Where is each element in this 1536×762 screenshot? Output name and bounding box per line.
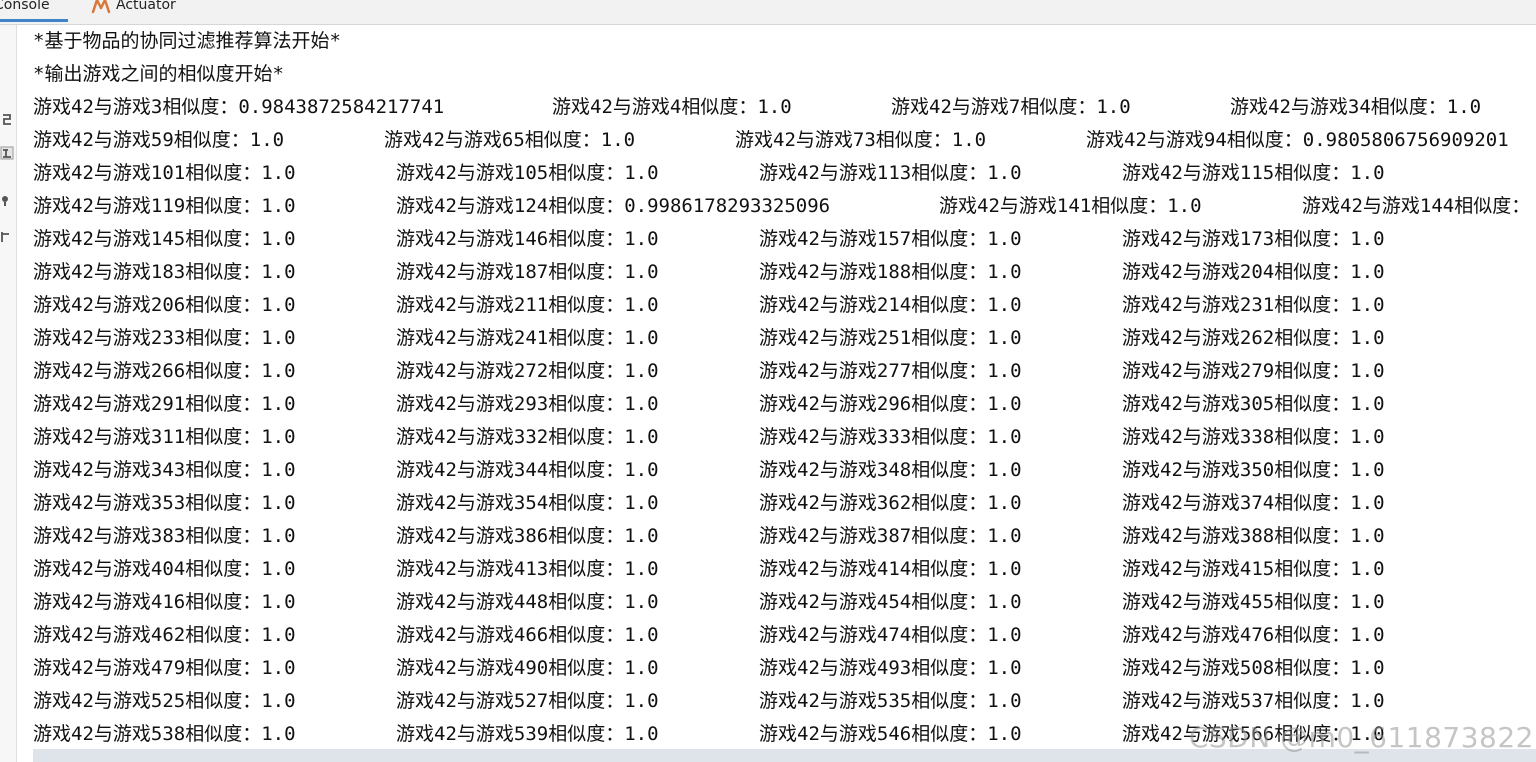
similarity-entry: 游戏42与游戏386相似度：1.0: [396, 525, 659, 547]
tab-console[interactable]: Console: [0, 0, 68, 22]
similarity-entry: 游戏42与游戏343相似度：1.0: [33, 459, 296, 481]
similarity-entry: 游戏42与游戏241相似度：1.0: [396, 327, 659, 349]
console-toolbar: [0, 25, 17, 762]
similarity-entry: 游戏42与游戏490相似度：1.0: [396, 657, 659, 679]
similarity-entry: 游戏42与游戏119相似度：1.0: [33, 195, 296, 217]
similarity-entry: 游戏42与游戏124相似度：0.9986178293325096: [396, 195, 831, 217]
similarity-entry: 游戏42与游戏508相似度：1.0: [1122, 657, 1385, 679]
similarity-entry: 游戏42与游戏353相似度：1.0: [33, 492, 296, 514]
similarity-entry: 游戏42与游戏404相似度：1.0: [33, 558, 296, 580]
similarity-entry: 游戏42与游戏348相似度：1.0: [759, 459, 1022, 481]
similarity-entry: 游戏42与游戏350相似度：1.0: [1122, 459, 1385, 481]
similarity-entry: 游戏42与游戏383相似度：1.0: [33, 525, 296, 547]
tab-actuator-label: Actuator: [116, 0, 176, 13]
similarity-entry: 游戏42与游戏414相似度：1.0: [759, 558, 1022, 580]
similarity-entry: 游戏42与游戏59相似度：1.0: [33, 129, 285, 151]
similarity-entry: 游戏42与游戏455相似度：1.0: [1122, 591, 1385, 613]
similarity-entry: 游戏42与游戏94相似度：0.9805806756909201: [1086, 129, 1509, 151]
similarity-entry: 游戏42与游戏157相似度：1.0: [759, 228, 1022, 250]
similarity-entry: 游戏42与游戏538相似度：1.0: [33, 723, 296, 745]
similarity-entry: 游戏42与游戏374相似度：1.0: [1122, 492, 1385, 514]
similarity-entry: 游戏42与游戏173相似度：1.0: [1122, 228, 1385, 250]
similarity-entry: 游戏42与游戏277相似度：1.0: [759, 360, 1022, 382]
similarity-entry: 游戏42与游戏416相似度：1.0: [33, 591, 296, 613]
tab-console-label: Console: [0, 0, 50, 13]
similarity-entry: 游戏42与游戏476相似度：1.0: [1122, 624, 1385, 646]
similarity-entry: 游戏42与游戏65相似度：1.0: [384, 129, 636, 151]
similarity-entry: 游戏42与游戏415相似度：1.0: [1122, 558, 1385, 580]
similarity-entry: 游戏42与游戏206相似度：1.0: [33, 294, 296, 316]
similarity-entry: 游戏42与游戏272相似度：1.0: [396, 360, 659, 382]
print-icon[interactable]: [0, 230, 14, 244]
similarity-entry: 游戏42与游戏211相似度：1.0: [396, 294, 659, 316]
console-header-line: *输出游戏之间的相似度开始*: [33, 63, 284, 85]
rerun-icon[interactable]: [0, 112, 14, 126]
similarity-entry: 游戏42与游戏354相似度：1.0: [396, 492, 659, 514]
similarity-entry: 游戏42与游戏332相似度：1.0: [396, 426, 659, 448]
similarity-entry: 游戏42与游戏144相似度：: [1302, 195, 1531, 217]
similarity-entry: 游戏42与游戏293相似度：1.0: [396, 393, 659, 415]
similarity-entry: 游戏42与游戏146相似度：1.0: [396, 228, 659, 250]
console-tab-bar: Console Actuator: [0, 0, 1536, 25]
similarity-entry: 游戏42与游戏296相似度：1.0: [759, 393, 1022, 415]
similarity-entry: 游戏42与游戏187相似度：1.0: [396, 261, 659, 283]
pin-icon[interactable]: [0, 193, 14, 207]
similarity-entry: 游戏42与游戏474相似度：1.0: [759, 624, 1022, 646]
console-header-line: *基于物品的协同过滤推荐算法开始*: [33, 30, 341, 52]
similarity-entry: 游戏42与游戏145相似度：1.0: [33, 228, 296, 250]
similarity-entry: 游戏42与游戏525相似度：1.0: [33, 690, 296, 712]
similarity-entry: 游戏42与游戏546相似度：1.0: [759, 723, 1022, 745]
similarity-entry: 游戏42与游戏188相似度：1.0: [759, 261, 1022, 283]
similarity-entry: 游戏42与游戏233相似度：1.0: [33, 327, 296, 349]
similarity-entry: 游戏42与游戏115相似度：1.0: [1122, 162, 1385, 184]
similarity-entry: 游戏42与游戏262相似度：1.0: [1122, 327, 1385, 349]
watermark-text: CSDN @m0_611873822: [1188, 721, 1534, 754]
similarity-entry: 游戏42与游戏479相似度：1.0: [33, 657, 296, 679]
similarity-entry: 游戏42与游戏141相似度：1.0: [939, 195, 1202, 217]
similarity-entry: 游戏42与游戏4相似度：1.0: [552, 96, 792, 118]
similarity-entry: 游戏42与游戏493相似度：1.0: [759, 657, 1022, 679]
similarity-entry: 游戏42与游戏113相似度：1.0: [759, 162, 1022, 184]
similarity-entry: 游戏42与游戏535相似度：1.0: [759, 690, 1022, 712]
similarity-entry: 游戏42与游戏413相似度：1.0: [396, 558, 659, 580]
similarity-entry: 游戏42与游戏362相似度：1.0: [759, 492, 1022, 514]
similarity-entry: 游戏42与游戏537相似度：1.0: [1122, 690, 1385, 712]
similarity-entry: 游戏42与游戏388相似度：1.0: [1122, 525, 1385, 547]
similarity-entry: 游戏42与游戏204相似度：1.0: [1122, 261, 1385, 283]
similarity-entry: 游戏42与游戏183相似度：1.0: [33, 261, 296, 283]
similarity-entry: 游戏42与游戏105相似度：1.0: [396, 162, 659, 184]
similarity-entry: 游戏42与游戏291相似度：1.0: [33, 393, 296, 415]
similarity-entry: 游戏42与游戏539相似度：1.0: [396, 723, 659, 745]
similarity-entry: 游戏42与游戏279相似度：1.0: [1122, 360, 1385, 382]
similarity-entry: 游戏42与游戏462相似度：1.0: [33, 624, 296, 646]
similarity-entry: 游戏42与游戏73相似度：1.0: [735, 129, 987, 151]
similarity-entry: 游戏42与游戏454相似度：1.0: [759, 591, 1022, 613]
console-output[interactable]: *基于物品的协同过滤推荐算法开始* *输出游戏之间的相似度开始* 游戏42与游戏…: [17, 25, 1536, 762]
stop-icon[interactable]: [0, 146, 14, 160]
similarity-entry: 游戏42与游戏7相似度：1.0: [891, 96, 1131, 118]
similarity-entry: 游戏42与游戏344相似度：1.0: [396, 459, 659, 481]
similarity-entry: 游戏42与游戏305相似度：1.0: [1122, 393, 1385, 415]
similarity-entry: 游戏42与游戏214相似度：1.0: [759, 294, 1022, 316]
similarity-entry: 游戏42与游戏231相似度：1.0: [1122, 294, 1385, 316]
similarity-entry: 游戏42与游戏311相似度：1.0: [33, 426, 296, 448]
similarity-entry: 游戏42与游戏387相似度：1.0: [759, 525, 1022, 547]
similarity-entry: 游戏42与游戏527相似度：1.0: [396, 690, 659, 712]
similarity-entry: 游戏42与游戏101相似度：1.0: [33, 162, 296, 184]
similarity-entry: 游戏42与游戏338相似度：1.0: [1122, 426, 1385, 448]
similarity-entry: 游戏42与游戏266相似度：1.0: [33, 360, 296, 382]
similarity-entry: 游戏42与游戏466相似度：1.0: [396, 624, 659, 646]
similarity-entry: 游戏42与游戏34相似度：1.0: [1230, 96, 1482, 118]
tab-actuator[interactable]: Actuator: [90, 0, 176, 22]
similarity-entry: 游戏42与游戏333相似度：1.0: [759, 426, 1022, 448]
similarity-entry: 游戏42与游戏3相似度：0.9843872584217741: [33, 96, 445, 118]
actuator-icon: [91, 0, 111, 14]
similarity-entry: 游戏42与游戏251相似度：1.0: [759, 327, 1022, 349]
similarity-entry: 游戏42与游戏448相似度：1.0: [396, 591, 659, 613]
